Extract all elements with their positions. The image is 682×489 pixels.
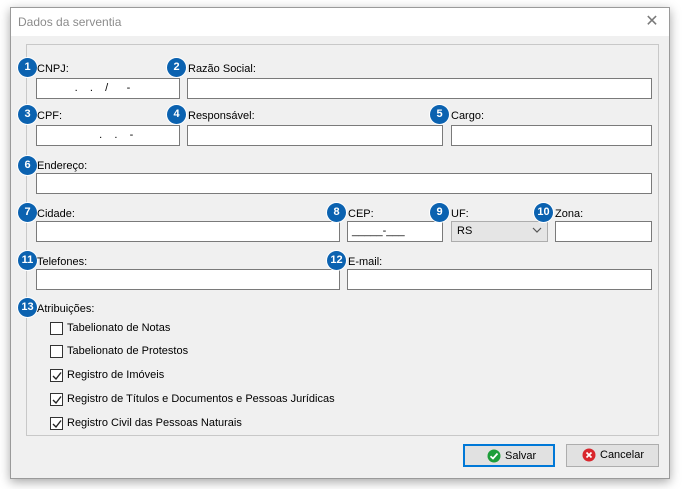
check-icon (52, 420, 62, 429)
responsavel-input[interactable] (187, 125, 443, 146)
checkbox-box[interactable] (50, 369, 63, 382)
cidade-label: Cidade: (37, 208, 75, 220)
checkbox-label: Registro Civil das Pessoas Naturais (67, 417, 242, 429)
endereco-input[interactable] (36, 173, 652, 194)
badge-cep: 8 (327, 203, 346, 222)
badge-uf: 9 (430, 203, 449, 222)
badge-telefones: 11 (18, 251, 37, 270)
uf-select[interactable]: RS (451, 221, 548, 242)
badge-atribuicoes: 13 (18, 298, 37, 317)
checkbox-box[interactable] (50, 322, 63, 335)
checkbox-box[interactable] (50, 393, 63, 406)
email-label: E-mail: (348, 256, 383, 268)
check-icon (52, 372, 62, 381)
badge-cidade: 7 (18, 203, 37, 222)
badge-cpf: 3 (18, 105, 37, 124)
check-circle-icon (487, 449, 501, 466)
telefones-label: Telefones: (37, 256, 88, 268)
cpf-input[interactable]: . . - (36, 125, 180, 146)
badge-endereco: 6 (18, 156, 37, 175)
badge-razao-social: 2 (167, 58, 186, 77)
cargo-input[interactable] (451, 125, 652, 146)
email-input[interactable] (347, 269, 652, 290)
x-circle-icon (582, 448, 596, 465)
telefones-input[interactable] (36, 269, 340, 290)
checkbox-label: Registro de Imóveis (67, 369, 165, 381)
endereco-label: Endereço: (37, 160, 88, 172)
chevron-down-icon (532, 223, 542, 242)
check-icon (52, 396, 62, 405)
checkbox-label: Tabelionato de Notas (67, 322, 171, 334)
form-group: 1 CNPJ: . . / - 2 Razão Social: 3 CPF: .… (18, 44, 659, 436)
cancel-button-label: Cancelar (600, 449, 645, 461)
checkbox-box[interactable] (50, 417, 63, 430)
cnpj-label: CNPJ: (37, 63, 69, 75)
razao-social-input[interactable] (187, 78, 652, 99)
razao-social-label: Razão Social: (188, 63, 256, 75)
badge-zona: 10 (534, 203, 553, 222)
checkbox-label: Registro de Títulos e Documentos e Pesso… (67, 393, 335, 405)
badge-responsavel: 4 (167, 105, 186, 124)
badge-cnpj: 1 (18, 58, 37, 77)
checkbox-label: Tabelionato de Protestos (67, 345, 189, 357)
cidade-input[interactable] (36, 221, 340, 242)
cargo-label: Cargo: (451, 110, 485, 122)
window-title: Dados da serventia (18, 15, 122, 29)
title-bar: Dados da serventia ✕ (11, 8, 669, 36)
cancel-button[interactable]: Cancelar (566, 444, 659, 467)
responsavel-label: Responsável: (188, 110, 255, 122)
cep-label: CEP: (348, 208, 374, 220)
checkbox-box[interactable] (50, 345, 63, 358)
uf-selected-value: RS (457, 225, 473, 237)
cep-input[interactable]: _____-___ (347, 221, 443, 242)
zona-input[interactable] (555, 221, 652, 242)
close-icon[interactable]: ✕ (635, 8, 669, 36)
dialog-window: Dados da serventia ✕ 1 CNPJ: . . / - 2 R… (10, 7, 670, 479)
zona-label: Zona: (555, 208, 584, 220)
cnpj-input[interactable]: . . / - (36, 78, 180, 99)
badge-cargo: 5 (430, 105, 449, 124)
save-button-label: Salvar (505, 450, 537, 462)
cpf-label: CPF: (37, 110, 63, 122)
uf-label: UF: (451, 208, 469, 220)
save-button[interactable]: Salvar (463, 444, 555, 467)
atribuicoes-label: Atribuições: (37, 303, 95, 315)
badge-email: 12 (327, 251, 346, 270)
